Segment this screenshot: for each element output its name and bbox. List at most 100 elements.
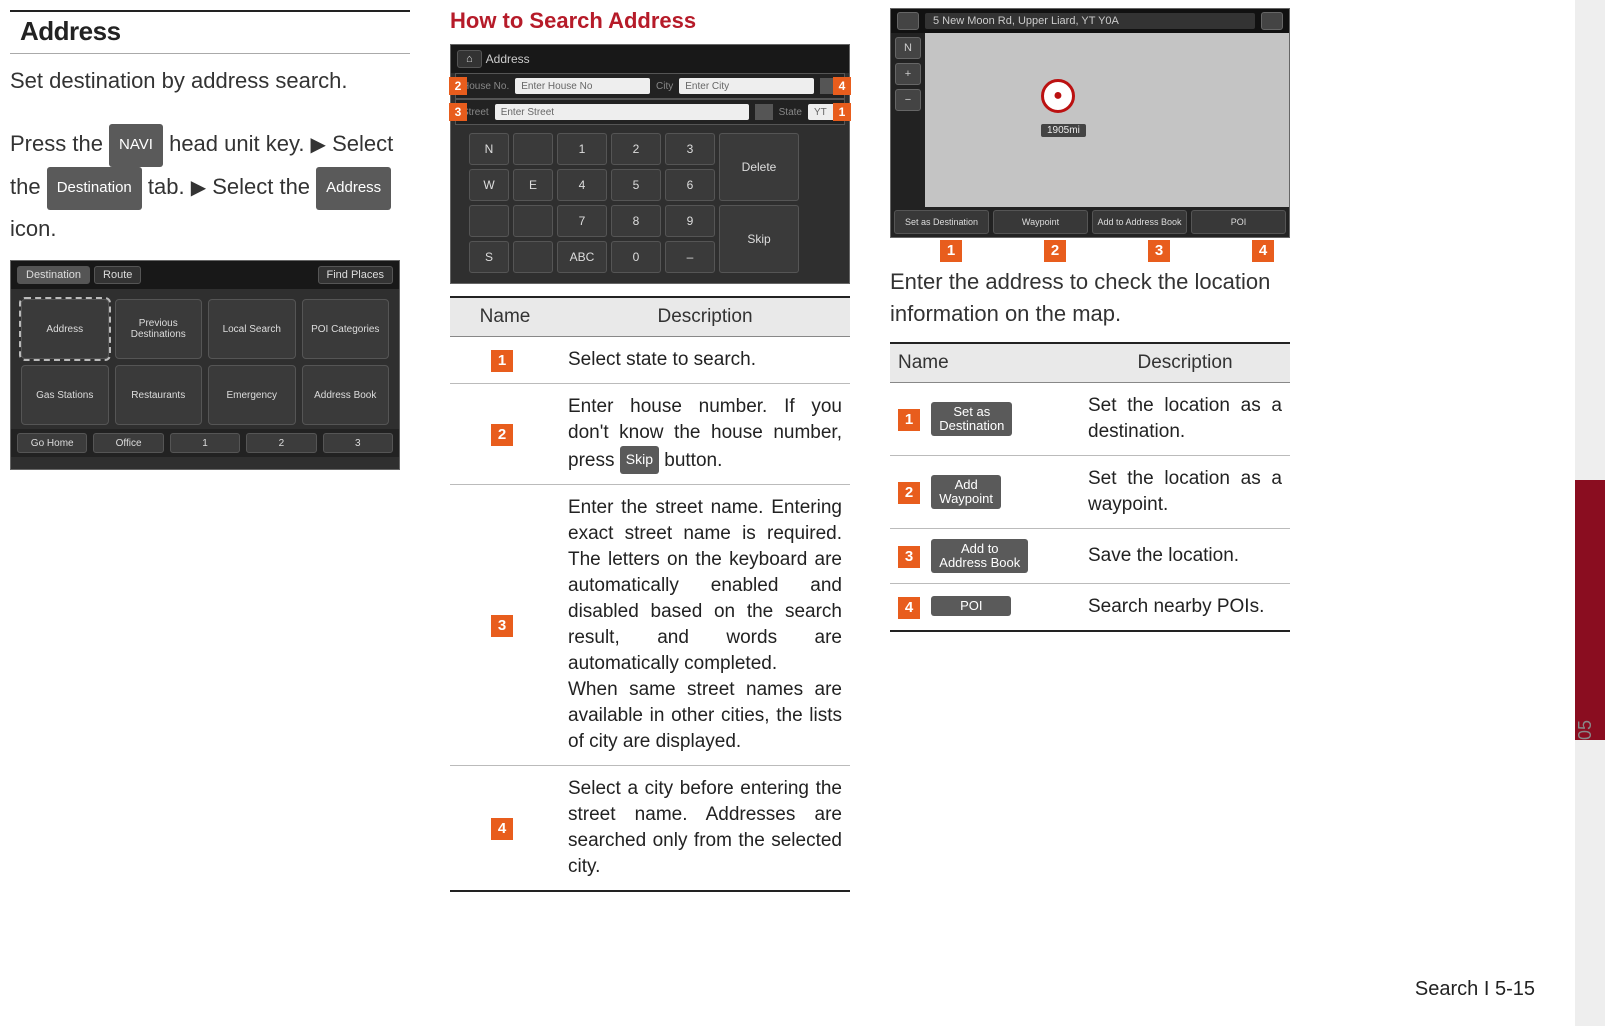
callout: 3 [1148, 240, 1170, 262]
shot1-tabbar: Destination Route Find Places [11, 261, 399, 289]
shot2-title: ⌂ Address [451, 45, 849, 73]
arrow-icon: ▶ [311, 126, 326, 164]
row-num: 3 [898, 546, 920, 568]
shot1-bottom-btn: 1 [170, 433, 240, 453]
map-pin-icon: ● [1041, 79, 1075, 113]
shot1-icon: Gas Stations [21, 365, 109, 425]
table-address-entry: Name Description 1 Select state to searc… [450, 296, 850, 892]
callout: 4 [1252, 240, 1274, 262]
t: head unit key. [169, 131, 310, 156]
shot2-back-icon: ⌂ [457, 50, 482, 68]
step-text: Press the NAVI head unit key. ▶ Select t… [10, 124, 410, 248]
section-title-how-to: How to Search Address [450, 8, 850, 34]
key: 0 [611, 241, 661, 273]
back-icon [1261, 12, 1283, 30]
key: 5 [611, 169, 661, 201]
callout-1: 1 [833, 103, 851, 121]
t: Press the [10, 131, 109, 156]
shot2-street-drop [755, 104, 773, 120]
shot3-btn: Set as Destination [894, 210, 989, 234]
callout-4: 4 [833, 77, 851, 95]
screenshot-address-entry: ⌂ Address House No. Enter House No City … [450, 44, 850, 284]
caption-text: Enter the address to check the location … [890, 266, 1290, 330]
page: 05 Address Set destination by address se… [0, 0, 1605, 1026]
side-tab-strip: 05 [1575, 0, 1605, 1026]
th-name: Name [450, 297, 560, 337]
shot2-row-house-city: House No. Enter House No City Enter City [455, 73, 845, 99]
table-map-actions: Name Description 1 Set as Destination Se… [890, 342, 1290, 632]
key-blank [513, 133, 553, 165]
key-blank [513, 205, 553, 237]
shot2-house-label: House No. [462, 81, 509, 92]
key-blank [469, 205, 509, 237]
key: ABC [557, 241, 607, 273]
zoom-in-icon: + [895, 63, 921, 85]
shot3-btn: Add to Address Book [1092, 210, 1187, 234]
key: 9 [665, 205, 715, 237]
row-desc: Set the location as a destination. [1080, 383, 1290, 456]
key: – [665, 241, 715, 273]
poi-button: POI [931, 596, 1011, 616]
shot1-icon: Local Search [208, 299, 296, 359]
skip-button-ref: Skip [620, 446, 659, 474]
row-num: 3 [491, 615, 513, 637]
add-waypoint-button: Add Waypoint [931, 475, 1001, 509]
shot3-address: 5 New Moon Rd, Upper Liard, YT Y0A [925, 13, 1255, 29]
shot1-icon: Emergency [208, 365, 296, 425]
row-desc: Save the location. [1080, 529, 1290, 584]
shot2-city-label: City [656, 81, 673, 92]
shot1-icon-grid: Address Previous Destinations Local Sear… [11, 289, 399, 429]
key: 6 [665, 169, 715, 201]
th-desc: Description [1080, 343, 1290, 383]
t: Select the [212, 174, 316, 199]
th-desc: Description [560, 297, 850, 337]
row-desc: Search nearby POIs. [1080, 584, 1290, 632]
shot1-bottombar: Go Home Office 1 2 3 [11, 429, 399, 457]
shot2-keypad: N 1 2 3 Delete W E 4 5 6 7 8 9 Skip [451, 125, 849, 281]
destination-tab-button: Destination [47, 167, 142, 210]
shot1-bottom-btn: Go Home [17, 433, 87, 453]
row-desc: Select a city before entering the street… [560, 766, 850, 892]
shot2-title-text: Address [486, 52, 530, 66]
callout: 1 [940, 240, 962, 262]
row-num: 2 [491, 424, 513, 446]
shot2-row-street-state: Street Enter Street State YT [455, 99, 845, 125]
address-icon-button: Address [316, 167, 391, 210]
key: W [469, 169, 509, 201]
callout-2: 2 [449, 77, 467, 95]
row-num: 2 [898, 482, 920, 504]
zoom-out-icon: − [895, 89, 921, 111]
column-1: Address Set destination by address searc… [10, 8, 410, 892]
screenshot-map-confirm: 5 New Moon Rd, Upper Liard, YT Y0A N + −… [890, 8, 1290, 238]
key: 3 [665, 133, 715, 165]
th-name: Name [890, 343, 1080, 383]
shot3-topbar: 5 New Moon Rd, Upper Liard, YT Y0A [891, 9, 1289, 33]
key: 1 [557, 133, 607, 165]
row-desc: Enter house number. If you don't know th… [560, 384, 850, 485]
navi-key-button: NAVI [109, 124, 163, 167]
key: 7 [557, 205, 607, 237]
key: E [513, 169, 553, 201]
callout: 2 [1044, 240, 1066, 262]
shot3-btn: Waypoint [993, 210, 1088, 234]
t: icon. [10, 216, 56, 241]
shot1-bottom-btn: 3 [323, 433, 393, 453]
shot3-map [925, 33, 1289, 207]
side-tab-label: 05 [1575, 720, 1605, 750]
shot1-bottom-btn: 2 [246, 433, 316, 453]
callout-3: 3 [449, 103, 467, 121]
row-desc: Enter the street name. Entering exact st… [560, 485, 850, 766]
key: 4 [557, 169, 607, 201]
shot1-icon: Previous Destinations [115, 299, 203, 359]
side-tab-active [1575, 480, 1605, 740]
shot1-icon: Address [21, 299, 109, 359]
row-num: 1 [491, 350, 513, 372]
key: 8 [611, 205, 661, 237]
key-delete: Delete [719, 133, 799, 201]
shot1-icon: POI Categories [302, 299, 390, 359]
key: S [469, 241, 509, 273]
row-num: 4 [898, 597, 920, 619]
row-num: 4 [491, 818, 513, 840]
shot1-icon: Restaurants [115, 365, 203, 425]
shot1-bottom-btn: Office [93, 433, 163, 453]
